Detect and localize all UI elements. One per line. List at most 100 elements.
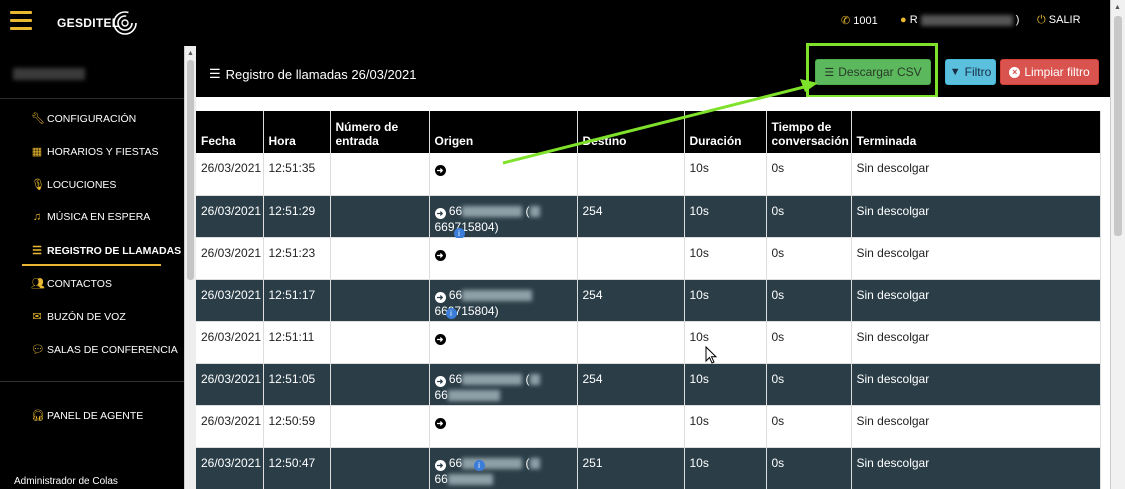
column-header-tiempo-conversacion[interactable]: Tiempo de conversación — [766, 111, 852, 153]
sidebar-item-administrador-colas[interactable]: Administrador de Colas — [14, 476, 118, 487]
column-header-terminada[interactable]: Terminada — [851, 111, 1101, 153]
arrow-right-icon[interactable]: ➜ — [434, 165, 446, 176]
cell-duracion: 10s — [684, 447, 767, 489]
cell-destino — [577, 153, 685, 196]
cell-origen: ➜ 66 669715804) i — [429, 279, 578, 322]
origen-text: 66 — [448, 287, 463, 302]
call-log-table-container: Fecha Hora Número de entrada Origen Dest… — [196, 111, 1110, 489]
clear-filter-button[interactable]: × Limpiar filtro — [1000, 59, 1099, 85]
list-icon: ☰ — [209, 66, 221, 81]
table-row[interactable]: 26/03/2021 12:50:59 ➜ 10s 0s Sin descolg… — [196, 405, 1101, 448]
scroll-up-icon[interactable]: ▲ — [187, 50, 194, 57]
envelope-icon: ✉ — [32, 311, 42, 323]
user-name-suffix: ) — [1015, 14, 1020, 26]
comments-icon: 💬︎ — [31, 344, 45, 356]
cell-conversacion: 0s — [766, 447, 852, 489]
arrow-right-icon[interactable]: ➜ — [434, 333, 446, 345]
microphone-icon: 🎙︎ — [31, 179, 45, 191]
wrench-icon: 🔧︎ — [31, 113, 45, 125]
cell-duracion: 10s — [684, 279, 767, 322]
sidebar-item-musica[interactable]: ♫ MÚSICA EN ESPERA — [31, 211, 150, 223]
user-name: R — [909, 14, 918, 26]
table-row[interactable]: 26/03/2021 12:51:35 ➜ 10s 0s Sin descolg… — [196, 153, 1101, 196]
cell-origen: ➜ — [429, 321, 578, 364]
arrow-right-icon[interactable]: ➜ — [434, 417, 446, 429]
cell-terminada: Sin descolgar — [851, 153, 1101, 196]
cell-hora: 12:51:35 — [263, 153, 331, 196]
cell-conversacion: 0s — [766, 363, 852, 406]
scroll-up-icon[interactable]: ▲ — [1114, 4, 1121, 11]
cell-destino: 254 — [577, 195, 685, 238]
sidebar-item-label: CONFIGURACIÓN — [47, 112, 137, 125]
table-row[interactable]: 26/03/2021 12:51:11 ➜ 10s 0s Sin descolg… — [196, 321, 1101, 364]
redacted-number — [529, 457, 540, 469]
close-circle-icon: × — [1009, 66, 1021, 78]
cell-fecha: 26/03/2021 — [196, 321, 264, 364]
info-icon[interactable]: i — [445, 307, 457, 319]
table-row[interactable]: 26/03/2021 12:51:17 ➜ 66 669715804) i 254 … — [196, 279, 1101, 322]
info-icon[interactable]: i — [473, 459, 485, 471]
cell-conversacion: 0s — [766, 279, 852, 322]
cell-duracion: 10s — [684, 153, 767, 196]
power-icon: ⏻ — [1037, 14, 1046, 26]
cell-numero-entrada — [330, 153, 430, 196]
cell-destino: 254 — [577, 363, 685, 406]
cell-fecha: 26/03/2021 — [196, 405, 264, 448]
extension-indicator[interactable]: ✆ 1001 — [841, 14, 878, 27]
sidebar-item-buzon[interactable]: ✉ BUZÓN DE VOZ — [31, 310, 125, 324]
cell-terminada: Sin descolgar — [851, 321, 1101, 364]
hamburger-menu-icon[interactable] — [10, 11, 32, 31]
cell-destino — [577, 405, 685, 448]
arrow-right-icon[interactable]: ➜ — [434, 375, 446, 387]
cell-hora: 12:51:05 — [263, 363, 331, 406]
redacted-number — [447, 389, 500, 401]
user-menu[interactable]: ● R ) — [900, 14, 1019, 26]
cell-numero-entrada — [330, 195, 430, 238]
headset-icon: 🎧︎ — [31, 410, 45, 422]
arrow-right-icon[interactable]: ➜ — [434, 207, 446, 219]
sidebar-item-registro[interactable]: ☰ REGISTRO DE LLAMADAS — [31, 244, 181, 258]
page-title: ☰ Registro de llamadas 26/03/2021 — [209, 66, 416, 82]
sidebar-item-locuciones[interactable]: 🎙︎ LOCUCIONES — [31, 178, 116, 192]
cell-conversacion: 0s — [766, 405, 852, 448]
cell-conversacion: 0s — [766, 195, 852, 238]
table-row[interactable]: 26/03/2021 12:51:23 ➜ 10s 0s Sin descolg… — [196, 237, 1101, 280]
filter-button[interactable]: ▼ Filtro — [945, 59, 996, 85]
logout-link[interactable]: ⏻ SALIR — [1037, 14, 1081, 27]
table-row[interactable]: 26/03/2021 12:51:29 ➜ 66 (669715804) i 25… — [196, 195, 1101, 239]
arrow-right-icon[interactable]: ➜ — [434, 291, 446, 303]
table-row[interactable]: 26/03/2021 12:50:47 ➜ 66 (66 i 251 10s 0s… — [196, 447, 1101, 489]
cell-destino — [577, 237, 685, 280]
column-header-duracion[interactable]: Duración — [684, 111, 767, 153]
sidebar-item-configuracion[interactable]: 🔧︎ CONFIGURACIÓN — [31, 112, 137, 126]
cell-numero-entrada — [330, 237, 430, 280]
column-header-origen[interactable]: Origen — [429, 111, 578, 153]
redacted-number — [462, 205, 523, 217]
sidebar-scrollbar[interactable]: ▲ — [184, 46, 196, 489]
page-title-text: Registro de llamadas 26/03/2021 — [225, 66, 417, 82]
cell-fecha: 26/03/2021 — [196, 237, 264, 280]
page-scrollbar[interactable]: ▲ — [1110, 0, 1125, 489]
cell-terminada: Sin descolgar — [851, 447, 1101, 489]
scrollbar-thumb[interactable] — [187, 60, 194, 280]
top-bar: GESDITEL ✆ 1001 ● R ) ⏻ SALIR — [0, 0, 1125, 46]
cell-origen: ➜ — [429, 153, 578, 196]
list-icon: ☰ — [32, 245, 42, 257]
sidebar-item-salas[interactable]: 💬︎ SALAS DE CONFERENCIA — [31, 343, 178, 357]
scrollbar-thumb[interactable] — [1114, 16, 1122, 236]
sidebar-item-panel-agente[interactable]: 🎧︎ PANEL DE AGENTE — [31, 409, 143, 423]
arrow-right-icon[interactable]: ➜ — [434, 249, 446, 261]
sidebar-item-contactos[interactable]: 👥︎ CONTACTOS — [31, 277, 112, 291]
column-header-fecha[interactable]: Fecha — [196, 111, 264, 153]
cell-duracion: 10s — [684, 321, 767, 364]
origen-text: 66 — [448, 455, 463, 470]
origen-text-secondary: 669715804) — [434, 219, 499, 234]
column-header-numero-entrada[interactable]: Número de entrada — [330, 111, 430, 153]
table-row[interactable]: 26/03/2021 12:51:05 ➜ 66 (66 254 10s 0s … — [196, 363, 1101, 406]
divider — [0, 381, 184, 382]
sidebar-user-redacted — [13, 68, 85, 80]
arrow-right-icon[interactable]: ➜ — [434, 459, 446, 471]
column-header-destino[interactable]: Destino — [577, 111, 685, 153]
column-header-hora[interactable]: Hora — [263, 111, 331, 153]
sidebar-item-horarios[interactable]: ▦ HORARIOS Y FIESTAS — [31, 145, 159, 159]
